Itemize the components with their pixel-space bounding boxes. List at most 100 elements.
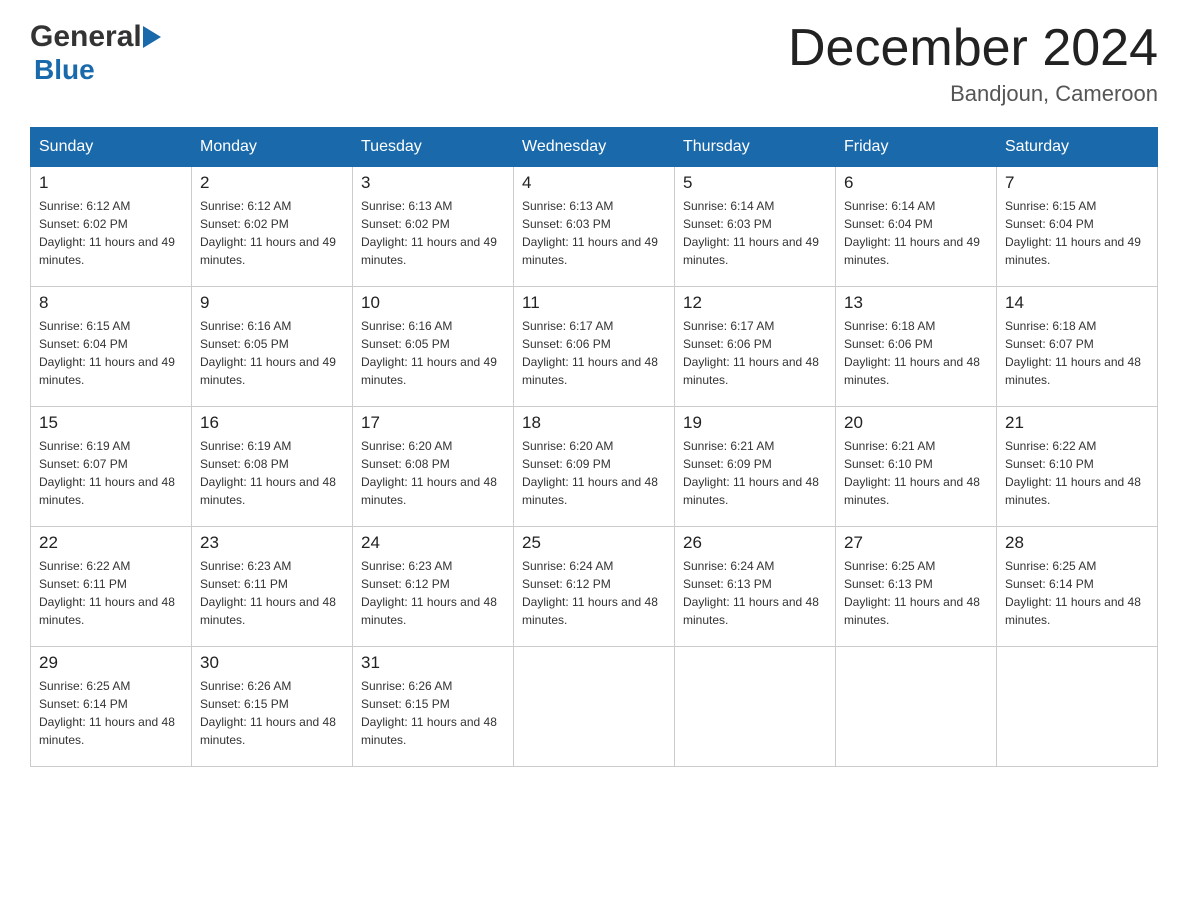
day-number: 28 — [1005, 533, 1149, 553]
day-cell-19: 19 Sunrise: 6:21 AMSunset: 6:09 PMDayligh… — [675, 407, 836, 527]
day-cell-5: 5 Sunrise: 6:14 AMSunset: 6:03 PMDaylight… — [675, 167, 836, 287]
day-number: 9 — [200, 293, 344, 313]
day-number: 20 — [844, 413, 988, 433]
logo-icon-area: General — [30, 20, 161, 54]
day-number: 18 — [522, 413, 666, 433]
day-number: 6 — [844, 173, 988, 193]
day-number: 25 — [522, 533, 666, 553]
day-number: 21 — [1005, 413, 1149, 433]
day-info: Sunrise: 6:19 AMSunset: 6:08 PMDaylight:… — [200, 437, 344, 509]
day-cell-9: 9 Sunrise: 6:16 AMSunset: 6:05 PMDaylight… — [192, 287, 353, 407]
title-area: December 2024 Bandjoun, Cameroon — [788, 20, 1158, 107]
day-cell-15: 15 Sunrise: 6:19 AMSunset: 6:07 PMDayligh… — [31, 407, 192, 527]
day-number: 12 — [683, 293, 827, 313]
header: General Blue December 2024 Bandjoun, Cam… — [30, 20, 1158, 107]
weekday-row: SundayMondayTuesdayWednesdayThursdayFrid… — [31, 128, 1158, 167]
day-info: Sunrise: 6:14 AMSunset: 6:04 PMDaylight:… — [844, 197, 988, 269]
day-cell-29: 29Sunrise: 6:25 AMSunset: 6:14 PMDayligh… — [31, 647, 192, 767]
day-cell-1: 1Sunrise: 6:12 AMSunset: 6:02 PMDaylight… — [31, 167, 192, 287]
day-number: 1 — [39, 173, 183, 193]
day-info: Sunrise: 6:12 AMSunset: 6:02 PMDaylight:… — [200, 197, 344, 269]
day-info: Sunrise: 6:24 AMSunset: 6:12 PMDaylight:… — [522, 557, 666, 629]
day-cell-24: 24 Sunrise: 6:23 AMSunset: 6:12 PMDayligh… — [353, 527, 514, 647]
day-cell-13: 13Sunrise: 6:18 AMSunset: 6:06 PMDayligh… — [836, 287, 997, 407]
day-info: Sunrise: 6:20 AMSunset: 6:08 PMDaylight:… — [361, 437, 505, 509]
day-cell-22: 22 Sunrise: 6:22 AMSunset: 6:11 PMDayligh… — [31, 527, 192, 647]
day-cell-6: 6 Sunrise: 6:14 AMSunset: 6:04 PMDaylight… — [836, 167, 997, 287]
day-info: Sunrise: 6:26 AMSunset: 6:15 PMDaylight:… — [361, 677, 505, 749]
location-title: Bandjoun, Cameroon — [788, 81, 1158, 107]
empty-cell — [836, 647, 997, 767]
weekday-header-monday: Monday — [192, 128, 353, 167]
day-cell-23: 23 Sunrise: 6:23 AMSunset: 6:11 PMDayligh… — [192, 527, 353, 647]
day-cell-2: 2 Sunrise: 6:12 AMSunset: 6:02 PMDaylight… — [192, 167, 353, 287]
day-info: Sunrise: 6:22 AMSunset: 6:10 PMDaylight:… — [1005, 437, 1149, 509]
day-info: Sunrise: 6:18 AMSunset: 6:07 PMDaylight:… — [1005, 317, 1149, 389]
day-number: 23 — [200, 533, 344, 553]
day-cell-7: 7Sunrise: 6:15 AMSunset: 6:04 PMDaylight… — [997, 167, 1158, 287]
weekday-header-tuesday: Tuesday — [353, 128, 514, 167]
day-number: 24 — [361, 533, 505, 553]
day-cell-20: 20 Sunrise: 6:21 AMSunset: 6:10 PMDayligh… — [836, 407, 997, 527]
day-cell-27: 27Sunrise: 6:25 AMSunset: 6:13 PMDayligh… — [836, 527, 997, 647]
day-info: Sunrise: 6:24 AMSunset: 6:13 PMDaylight:… — [683, 557, 827, 629]
day-info: Sunrise: 6:13 AMSunset: 6:03 PMDaylight:… — [522, 197, 666, 269]
day-number: 14 — [1005, 293, 1149, 313]
day-info: Sunrise: 6:25 AMSunset: 6:14 PMDaylight:… — [1005, 557, 1149, 629]
day-number: 26 — [683, 533, 827, 553]
calendar-header: SundayMondayTuesdayWednesdayThursdayFrid… — [31, 128, 1158, 167]
week-row-2: 8Sunrise: 6:15 AMSunset: 6:04 PMDaylight… — [31, 287, 1158, 407]
weekday-header-friday: Friday — [836, 128, 997, 167]
day-info: Sunrise: 6:26 AMSunset: 6:15 PMDaylight:… — [200, 677, 344, 749]
day-cell-31: 31 Sunrise: 6:26 AMSunset: 6:15 PMDayligh… — [353, 647, 514, 767]
day-info: Sunrise: 6:20 AMSunset: 6:09 PMDaylight:… — [522, 437, 666, 509]
day-number: 13 — [844, 293, 988, 313]
weekday-header-thursday: Thursday — [675, 128, 836, 167]
day-number: 8 — [39, 293, 183, 313]
logo-general-text: General — [30, 20, 142, 54]
day-info: Sunrise: 6:14 AMSunset: 6:03 PMDaylight:… — [683, 197, 827, 269]
logo-blue-text: Blue — [34, 54, 95, 85]
day-cell-10: 10Sunrise: 6:16 AMSunset: 6:05 PMDayligh… — [353, 287, 514, 407]
day-cell-18: 18 Sunrise: 6:20 AMSunset: 6:09 PMDayligh… — [514, 407, 675, 527]
day-cell-16: 16 Sunrise: 6:19 AMSunset: 6:08 PMDayligh… — [192, 407, 353, 527]
day-info: Sunrise: 6:17 AMSunset: 6:06 PMDaylight:… — [683, 317, 827, 389]
day-cell-12: 12 Sunrise: 6:17 AMSunset: 6:06 PMDayligh… — [675, 287, 836, 407]
day-number: 11 — [522, 293, 666, 313]
day-number: 16 — [200, 413, 344, 433]
day-number: 2 — [200, 173, 344, 193]
day-number: 10 — [361, 293, 505, 313]
week-row-4: 22 Sunrise: 6:22 AMSunset: 6:11 PMDayligh… — [31, 527, 1158, 647]
day-info: Sunrise: 6:21 AMSunset: 6:10 PMDaylight:… — [844, 437, 988, 509]
day-cell-8: 8Sunrise: 6:15 AMSunset: 6:04 PMDaylight… — [31, 287, 192, 407]
day-info: Sunrise: 6:21 AMSunset: 6:09 PMDaylight:… — [683, 437, 827, 509]
calendar-body: 1 Sunrise: 6:12 AMSunset: 6:02 PMDaylight… — [31, 167, 1158, 767]
day-number: 29 — [39, 653, 183, 673]
day-info: Sunrise: 6:15 AMSunset: 6:04 PMDaylight:… — [1005, 197, 1149, 269]
day-info: Sunrise: 6:23 AMSunset: 6:12 PMDaylight:… — [361, 557, 505, 629]
day-info: Sunrise: 6:16 AMSunset: 6:05 PMDaylight:… — [200, 317, 344, 389]
day-cell-28: 28 Sunrise: 6:25 AMSunset: 6:14 PMDayligh… — [997, 527, 1158, 647]
empty-cell — [675, 647, 836, 767]
month-title: December 2024 — [788, 20, 1158, 77]
day-cell-11: 11 Sunrise: 6:17 AMSunset: 6:06 PMDayligh… — [514, 287, 675, 407]
logo: General Blue — [30, 20, 161, 86]
day-number: 15 — [39, 413, 183, 433]
day-info: Sunrise: 6:23 AMSunset: 6:11 PMDaylight:… — [200, 557, 344, 629]
day-number: 31 — [361, 653, 505, 673]
day-info: Sunrise: 6:17 AMSunset: 6:06 PMDaylight:… — [522, 317, 666, 389]
weekday-header-wednesday: Wednesday — [514, 128, 675, 167]
day-cell-30: 30Sunrise: 6:26 AMSunset: 6:15 PMDayligh… — [192, 647, 353, 767]
day-number: 3 — [361, 173, 505, 193]
day-cell-14: 14 Sunrise: 6:18 AMSunset: 6:07 PMDayligh… — [997, 287, 1158, 407]
day-cell-4: 4Sunrise: 6:13 AMSunset: 6:03 PMDaylight… — [514, 167, 675, 287]
day-cell-21: 21 Sunrise: 6:22 AMSunset: 6:10 PMDayligh… — [997, 407, 1158, 527]
day-number: 5 — [683, 173, 827, 193]
day-info: Sunrise: 6:13 AMSunset: 6:02 PMDaylight:… — [361, 197, 505, 269]
day-number: 22 — [39, 533, 183, 553]
day-info: Sunrise: 6:19 AMSunset: 6:07 PMDaylight:… — [39, 437, 183, 509]
day-number: 19 — [683, 413, 827, 433]
week-row-3: 15 Sunrise: 6:19 AMSunset: 6:07 PMDayligh… — [31, 407, 1158, 527]
week-row-1: 1 Sunrise: 6:12 AMSunset: 6:02 PMDaylight… — [31, 167, 1158, 287]
day-info: Sunrise: 6:22 AMSunset: 6:11 PMDaylight:… — [39, 557, 183, 629]
